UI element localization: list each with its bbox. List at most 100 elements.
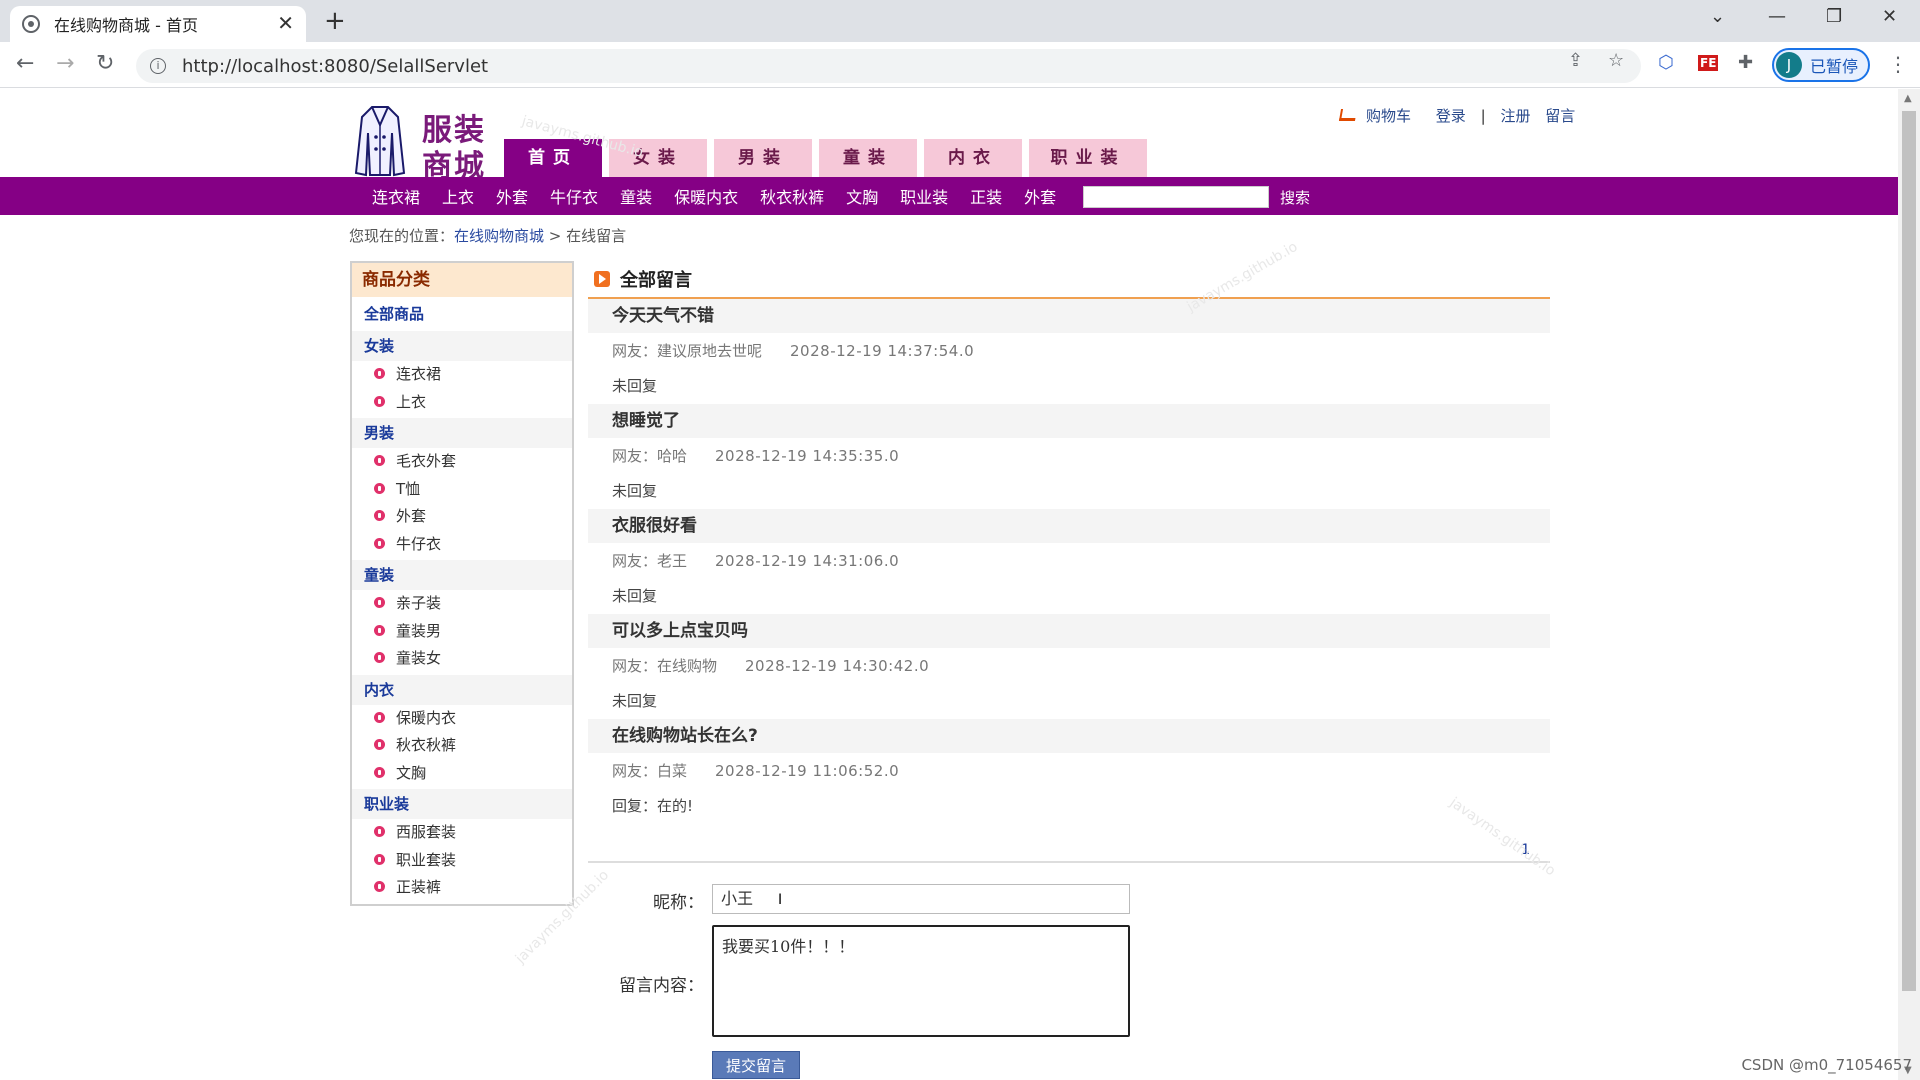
sidebar-item[interactable]: 文胸 (352, 760, 572, 788)
message-item: 衣服很好看 网友：老王 2028-12-19 14:31:06.0 未回复 (588, 509, 1550, 614)
sidebar-item[interactable]: 外套 (352, 503, 572, 531)
sub-nav-bar: 连衣裙 上衣 外套 牛仔衣 童装 保暖内衣 秋衣秋裤 文胸 职业装 正装 外套 … (0, 177, 1898, 215)
sidebar-category[interactable]: 男装 (352, 418, 572, 448)
subnav-item[interactable]: 秋衣秋裤 (760, 184, 824, 208)
sidebar-item[interactable]: 西服套装 (352, 819, 572, 847)
scrollbar-thumb[interactable] (1902, 111, 1916, 991)
tab-close-icon[interactable]: ✕ (277, 13, 294, 33)
new-tab-icon[interactable]: + (324, 6, 346, 36)
scroll-up-icon[interactable]: ▲ (1904, 93, 1912, 104)
sidebar-title: 商品分类 (352, 263, 572, 297)
reload-icon[interactable]: ↻ (96, 52, 114, 76)
sidebar-item[interactable]: 职业套装 (352, 847, 572, 875)
bullet-icon (374, 711, 385, 723)
sidebar-all-products[interactable]: 全部商品 (352, 299, 572, 329)
extensions-puzzle-icon[interactable]: ✚ (1738, 52, 1753, 73)
share-icon[interactable]: ⇪ (1568, 50, 1583, 71)
nickname-input[interactable]: 小王 (712, 884, 1130, 914)
window-close-icon[interactable]: ✕ (1882, 6, 1897, 27)
sidebar-category[interactable]: 职业装 (352, 789, 572, 819)
sidebar-item[interactable]: 毛衣外套 (352, 448, 572, 476)
submit-message-button[interactable]: 提交留言 (712, 1051, 800, 1079)
message-item: 可以多上点宝贝吗 网友：在线购物 2028-12-19 14:30:42.0 未回… (588, 614, 1550, 719)
sidebar-item[interactable]: 连衣裙 (352, 361, 572, 389)
bullet-icon (374, 624, 385, 636)
tab-men[interactable]: 男装 (714, 139, 812, 177)
content-label: 留言内容： (619, 976, 704, 996)
search-input[interactable] (1083, 186, 1269, 208)
subnav-item[interactable]: 保暖内衣 (674, 184, 738, 208)
site-logo[interactable]: 服装 商城 (354, 103, 488, 184)
tab-workwear[interactable]: 职业装 (1029, 139, 1147, 177)
message-meta: 网友：在线购物 2028-12-19 14:30:42.0 (612, 657, 930, 675)
sidebar-item[interactable]: 上衣 (352, 389, 572, 417)
message-subject: 衣服很好看 (588, 509, 1550, 543)
forward-icon[interactable]: → (56, 52, 74, 76)
bullet-icon (374, 395, 385, 407)
sidebar-item[interactable]: 亲子装 (352, 590, 572, 618)
subnav-item[interactable]: 职业装 (900, 184, 948, 208)
message-item: 想睡觉了 网友：哈哈 2028-12-19 14:35:35.0 未回复 (588, 404, 1550, 509)
bullet-icon (374, 537, 385, 549)
address-bar[interactable]: i http://localhost:8080/SelallServlet (136, 49, 1641, 83)
sidebar-item[interactable]: T恤 (352, 476, 572, 504)
message-item: 在线购物站长在么? 网友：白菜 2028-12-19 11:06:52.0 回复：… (588, 719, 1550, 824)
browser-tab[interactable]: 在线购物商城 - 首页 ✕ (10, 6, 306, 42)
csdn-watermark: CSDN @m0_71054657 (1741, 1056, 1912, 1074)
subnav-item[interactable]: 上衣 (442, 184, 474, 208)
bullet-icon (374, 597, 385, 608)
sidebar-item[interactable]: 童装男 (352, 618, 572, 646)
message-panel: 全部留言 今天天气不错 网友：建议原地去世呢 2028-12-19 14:37:5… (588, 261, 1550, 863)
subnav-item[interactable]: 正装 (970, 184, 1002, 208)
message-link[interactable]: 留言 (1545, 107, 1575, 125)
minimize-icon[interactable]: — (1768, 6, 1786, 27)
extension-gem-icon[interactable]: ⬡ (1658, 52, 1674, 73)
breadcrumb-home-link[interactable]: 在线购物商城 (454, 227, 544, 245)
message-subject: 今天天气不错 (588, 299, 1550, 333)
sidebar-item[interactable]: 正装裤 (352, 874, 572, 902)
pagination: 1 (588, 837, 1550, 863)
subnav-item[interactable]: 文胸 (846, 184, 878, 208)
breadcrumb-current: 在线留言 (566, 227, 627, 245)
sidebar-item[interactable]: 秋衣秋裤 (352, 732, 572, 760)
tab-underwear[interactable]: 内衣 (924, 139, 1022, 177)
search-button[interactable]: 搜索 (1280, 187, 1310, 208)
browser-menu-icon[interactable]: ⋮ (1888, 52, 1908, 76)
link-separator: | (1480, 107, 1486, 125)
subnav-item[interactable]: 连衣裙 (372, 184, 420, 208)
sidebar-item[interactable]: 牛仔衣 (352, 531, 572, 559)
profile-button[interactable]: J 已暂停 (1772, 48, 1870, 82)
login-link[interactable]: 登录 (1436, 107, 1466, 125)
site-info-icon[interactable]: i (150, 58, 166, 74)
message-reply: 回复：在的! (612, 797, 694, 815)
page-scrollbar[interactable]: ▲ ▼ (1898, 89, 1920, 1080)
sidebar-item[interactable]: 保暖内衣 (352, 705, 572, 733)
sidebar-category[interactable]: 女装 (352, 331, 572, 361)
message-reply: 未回复 (612, 692, 658, 710)
sidebar-category[interactable]: 内衣 (352, 674, 572, 705)
cart-link[interactable]: 购物车 (1338, 107, 1421, 125)
message-meta: 网友：哈哈 2028-12-19 14:35:35.0 (612, 447, 900, 465)
message-meta: 网友：老王 2028-12-19 14:31:06.0 (612, 552, 900, 570)
message-subject: 在线购物站长在么? (588, 719, 1550, 753)
bullet-icon (374, 881, 385, 892)
subnav-item[interactable]: 牛仔衣 (550, 184, 598, 208)
sidebar-item[interactable]: 童装女 (352, 645, 572, 673)
message-panel-title: 全部留言 (620, 270, 692, 291)
subnav-item[interactable]: 外套 (496, 184, 528, 208)
subnav-item[interactable]: 童装 (620, 184, 652, 208)
register-link[interactable]: 注册 (1500, 107, 1530, 125)
tab-kids[interactable]: 童装 (819, 139, 917, 177)
message-content-textarea[interactable]: 我要买10件！！！ (712, 925, 1130, 1037)
message-reply: 未回复 (612, 377, 658, 395)
bullet-icon (374, 766, 385, 778)
sidebar-category[interactable]: 童装 (352, 560, 572, 590)
bookmark-star-icon[interactable]: ☆ (1608, 50, 1624, 71)
subnav-item[interactable]: 外套 (1024, 184, 1056, 208)
back-icon[interactable]: ← (16, 52, 34, 76)
tab-search-icon[interactable]: ⌄ (1710, 6, 1725, 27)
extension-fe-icon[interactable]: FE (1698, 55, 1719, 71)
restore-icon[interactable]: ❐ (1826, 6, 1842, 27)
bullet-icon (374, 739, 385, 750)
message-subject: 想睡觉了 (588, 404, 1550, 438)
